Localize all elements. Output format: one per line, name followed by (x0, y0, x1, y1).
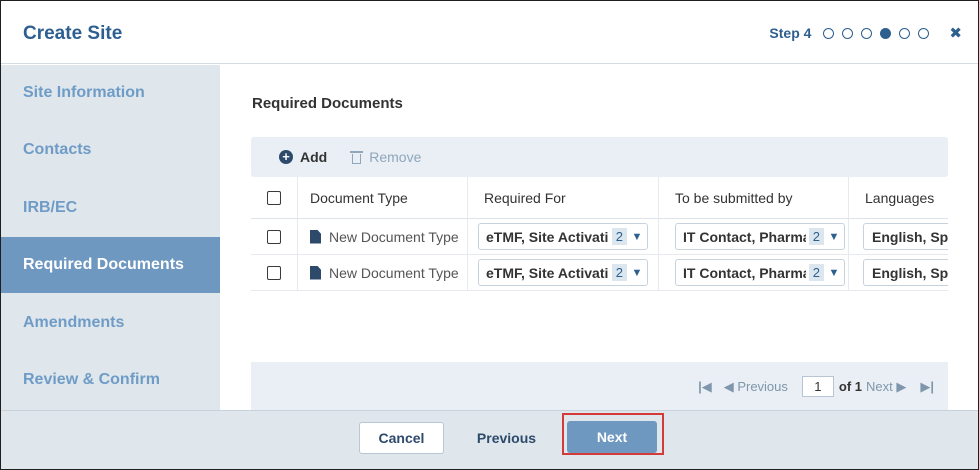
select-all-cell (251, 177, 297, 218)
step-dot-2 (842, 27, 854, 39)
row-select-cell (251, 255, 297, 290)
create-site-dialog: Create Site Step 4 ✖ Site Information Co… (0, 0, 979, 470)
step-dot-5 (899, 27, 911, 39)
previous-button[interactable]: Previous (464, 422, 549, 454)
next-button-highlight (562, 413, 664, 455)
wizard-sidebar: Site Information Contacts IRB/EC Require… (1, 65, 220, 410)
column-header-submitted-by[interactable]: To be submitted by (658, 177, 848, 218)
add-label: Add (300, 149, 328, 165)
step-indicator: Step 4 ✖ (769, 25, 962, 41)
languages-cell: English, Spanish (848, 219, 948, 254)
required-for-select[interactable]: eTMF, Site Activation 2 ▼ (478, 223, 648, 250)
remove-button[interactable]: Remove (350, 149, 422, 165)
submitted-by-value: IT Contact, Pharmacy (683, 264, 806, 281)
chevron-down-icon: ▼ (631, 266, 643, 279)
add-button[interactable]: + Add (279, 149, 327, 165)
step-dot-3 (861, 27, 873, 39)
submitted-by-value: IT Contact, Pharmacy (683, 228, 806, 245)
sidebar-item-irb-ec[interactable]: IRB/EC (1, 180, 220, 236)
document-type-cell[interactable]: New Document Type (297, 255, 467, 290)
step-label: Step 4 (769, 25, 812, 41)
column-header-required-for[interactable]: Required For (467, 177, 658, 218)
submitted-by-select[interactable]: IT Contact, Pharmacy 2 ▼ (675, 223, 845, 250)
last-page-icon[interactable]: ▶| (920, 379, 934, 395)
grid-toolbar: + Add Remove (251, 137, 948, 177)
document-type-cell[interactable]: New Document Type (297, 219, 467, 254)
trash-icon (350, 150, 364, 164)
first-page-icon[interactable]: |◀ (698, 379, 712, 395)
chevron-down-icon: ▼ (828, 230, 840, 243)
grid-pager: |◀ ◀ Previous 1 of 1 Next ▶ ▶| (251, 362, 948, 410)
step-dot-4-current (880, 27, 892, 39)
dialog-footer: Cancel Previous Next (1, 410, 978, 469)
page-count: of 1 (838, 379, 863, 394)
column-header-languages[interactable]: Languages (848, 177, 948, 218)
documents-grid: Document Type Required For To be submitt… (251, 177, 948, 317)
file-icon (310, 229, 321, 244)
step-dot-1 (823, 27, 835, 39)
sidebar-item-amendments[interactable]: Amendments (1, 295, 220, 351)
dialog-header: Create Site Step 4 ✖ (1, 1, 978, 64)
step-dot-6 (918, 27, 930, 39)
submitted-by-count: 2 (808, 228, 824, 245)
pager-controls: |◀ ◀ Previous 1 of 1 Next ▶ ▶| (698, 376, 934, 397)
table-row: New Document Type eTMF, Site Activation … (251, 219, 948, 255)
section-title: Required Documents (252, 95, 403, 112)
required-for-cell: eTMF, Site Activation 2 ▼ (467, 219, 658, 254)
required-for-count: 2 (611, 264, 627, 281)
close-icon[interactable]: ✖ (949, 26, 962, 41)
required-for-value: eTMF, Site Activation (486, 264, 609, 281)
next-page-link[interactable]: Next ▶ (866, 379, 906, 395)
main-content: Required Documents + Add Remove Document… (220, 65, 978, 410)
row-checkbox[interactable] (267, 229, 281, 244)
sidebar-item-contacts[interactable]: Contacts (1, 122, 220, 178)
remove-label: Remove (369, 149, 422, 165)
dialog-title: Create Site (23, 23, 123, 44)
document-type-text: New Document Type (329, 228, 459, 245)
languages-select[interactable]: English, Spanish (863, 259, 948, 286)
file-icon (310, 265, 321, 280)
submitted-by-count: 2 (808, 264, 824, 281)
submitted-by-select[interactable]: IT Contact, Pharmacy 2 ▼ (675, 259, 845, 286)
table-row: New Document Type eTMF, Site Activation … (251, 255, 948, 291)
chevron-down-icon: ▼ (828, 266, 840, 279)
required-for-value: eTMF, Site Activation (486, 228, 609, 245)
plus-circle-icon: + (279, 150, 293, 164)
select-all-checkbox[interactable] (267, 190, 281, 205)
previous-page-link[interactable]: ◀ Previous (724, 379, 788, 395)
cancel-button[interactable]: Cancel (359, 422, 444, 454)
submitted-by-cell: IT Contact, Pharmacy 2 ▼ (658, 255, 848, 290)
languages-cell: English, Spanish (848, 255, 948, 290)
row-select-cell (251, 219, 297, 254)
chevron-down-icon: ▼ (631, 230, 643, 243)
languages-select[interactable]: English, Spanish (863, 223, 948, 250)
row-checkbox[interactable] (267, 265, 281, 280)
submitted-by-cell: IT Contact, Pharmacy 2 ▼ (658, 219, 848, 254)
required-for-select[interactable]: eTMF, Site Activation 2 ▼ (478, 259, 648, 286)
required-for-count: 2 (611, 228, 627, 245)
sidebar-item-required-documents[interactable]: Required Documents (1, 237, 220, 293)
document-type-text: New Document Type (329, 264, 459, 281)
page-number-input[interactable]: 1 (801, 376, 834, 397)
grid-header-row: Document Type Required For To be submitt… (251, 177, 948, 219)
column-header-document-type[interactable]: Document Type (297, 177, 467, 218)
sidebar-item-site-information[interactable]: Site Information (1, 65, 220, 121)
required-for-cell: eTMF, Site Activation 2 ▼ (467, 255, 658, 290)
sidebar-item-review-confirm[interactable]: Review & Confirm (1, 352, 220, 408)
